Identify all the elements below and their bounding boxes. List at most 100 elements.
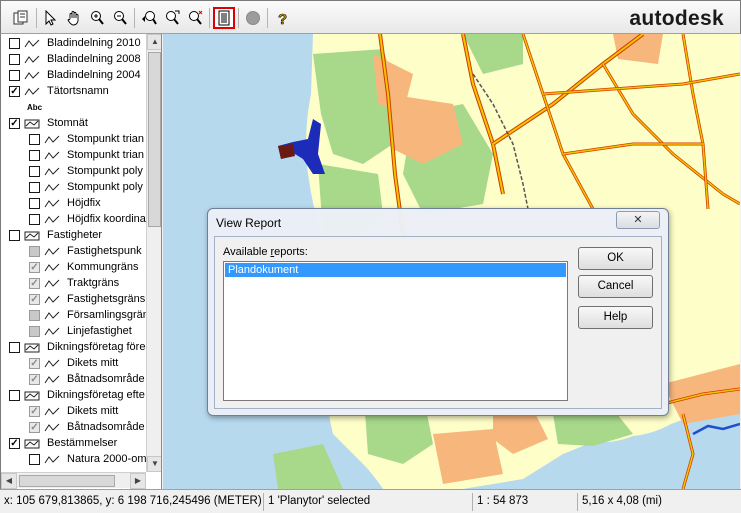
scroll-thumb-horizontal[interactable] (19, 475, 115, 487)
layer-item[interactable]: ✓ Bestämmelser (1, 436, 146, 452)
layer-item[interactable]: Fastigheter (1, 228, 146, 244)
zoom-clear-icon[interactable] (184, 7, 206, 29)
layer-label: Dikets mitt (67, 357, 119, 369)
vertical-scrollbar[interactable]: ▲ ▼ (146, 34, 161, 472)
layer-item[interactable]: Stompunkt trian (1, 148, 146, 164)
help-button[interactable]: Help (578, 306, 653, 329)
layer-item[interactable]: Linjefastighet (1, 324, 146, 340)
layer-item[interactable]: Fastighetspunk (1, 244, 146, 260)
layer-checkbox[interactable]: ✓ (29, 358, 40, 369)
layer-checkbox[interactable] (9, 70, 20, 81)
pan-hand-icon[interactable] (63, 7, 85, 29)
layer-checkbox[interactable] (9, 230, 20, 241)
layer-checkbox[interactable] (29, 150, 40, 161)
layer-item[interactable]: Stompunkt trian (1, 132, 146, 148)
layer-item[interactable]: Höjdfix koordina (1, 212, 146, 228)
layer-label: Stompunkt poly (67, 165, 143, 177)
layer-line-icon (44, 407, 60, 417)
layer-item[interactable]: Natura 2000-om (1, 452, 146, 468)
layer-label: Tätortsnamn (47, 85, 109, 97)
layer-item[interactable]: ✓ Båtnadsområde (1, 420, 146, 436)
map-size-readout: 5,16 x 4,08 (mi) (577, 493, 740, 511)
layer-item[interactable]: ✓ Dikets mitt (1, 356, 146, 372)
report-item-plandokument[interactable]: Plandokument (225, 263, 566, 277)
layer-label: Församlingsgrän (67, 309, 146, 321)
cancel-button[interactable]: Cancel (578, 275, 653, 298)
layer-item[interactable]: Stompunkt poly (1, 164, 146, 180)
layer-item[interactable]: Abc (1, 100, 146, 116)
record-icon[interactable] (242, 7, 264, 29)
layer-item[interactable]: Dikningsföretag efte (1, 388, 146, 404)
layer-checkbox[interactable]: ✓ (29, 294, 40, 305)
layer-checkbox[interactable]: ✓ (29, 422, 40, 433)
toolbar: ? autodesk (0, 0, 741, 34)
layer-item[interactable]: ✓ Dikets mitt (1, 404, 146, 420)
layer-label: Båtnadsområde (67, 373, 145, 385)
zoom-in-icon[interactable] (86, 7, 108, 29)
layer-checkbox[interactable] (9, 390, 20, 401)
layer-item[interactable]: ✓ Fastighetsgräns (1, 292, 146, 308)
layer-item[interactable]: Dikningsföretag före (1, 340, 146, 356)
layer-checkbox[interactable] (29, 214, 40, 225)
layer-item[interactable]: ✓ Traktgräns (1, 276, 146, 292)
layer-label: Fastighetspunk (67, 245, 142, 257)
layer-label: Bladindelning 2004 (47, 69, 141, 81)
layer-item[interactable]: Stompunkt poly (1, 180, 146, 196)
close-icon[interactable]: ✕ (616, 211, 660, 229)
layer-item[interactable]: Bladindelning 2004 (1, 68, 146, 84)
layer-checkbox[interactable]: ✓ (9, 438, 20, 449)
layer-label: Båtnadsområde (67, 421, 145, 433)
layer-checkbox[interactable]: ✓ (29, 374, 40, 385)
zoom-out-icon[interactable] (109, 7, 131, 29)
layer-checkbox[interactable] (29, 182, 40, 193)
layer-item[interactable]: ✓ Tätortsnamn (1, 84, 146, 100)
layer-label: Bladindelning 2010 (47, 37, 141, 49)
layer-checkbox[interactable] (29, 454, 40, 465)
layer-checkbox[interactable]: ✓ (29, 278, 40, 289)
layer-checkbox[interactable] (9, 54, 20, 65)
scroll-down-icon[interactable]: ▼ (147, 456, 161, 472)
layer-checkbox[interactable]: ✓ (9, 118, 20, 129)
layer-checkbox[interactable] (29, 166, 40, 177)
layer-item[interactable]: ✓ Båtnadsområde (1, 372, 146, 388)
layer-checkbox[interactable] (9, 342, 20, 353)
select-arrow-icon[interactable] (40, 7, 62, 29)
layer-checkbox[interactable] (29, 198, 40, 209)
layer-line-icon (24, 71, 40, 81)
layer-line-icon (24, 39, 40, 49)
scroll-left-icon[interactable]: ◀ (1, 473, 17, 489)
selection-status: 1 'Planytor' selected (263, 493, 471, 511)
report-list[interactable]: Plandokument (223, 261, 568, 401)
layer-item[interactable]: Höjdfix (1, 196, 146, 212)
zoom-selected-icon[interactable] (161, 7, 183, 29)
layer-group-icon (24, 391, 40, 401)
layer-item[interactable]: ✓ Kommungräns (1, 260, 146, 276)
layer-item[interactable]: ✓ Stomnät (1, 116, 146, 132)
layer-checkbox[interactable]: ✓ (29, 406, 40, 417)
ok-button[interactable]: OK (578, 247, 653, 270)
layer-checkbox[interactable]: ✓ (9, 86, 20, 97)
layer-checkbox[interactable]: ✓ (29, 262, 40, 273)
layer-checkbox[interactable] (29, 134, 40, 145)
scroll-thumb[interactable] (148, 52, 161, 227)
layer-item[interactable]: Bladindelning 2010 (1, 36, 146, 52)
layer-item[interactable]: Församlingsgrän (1, 308, 146, 324)
layer-group-icon (24, 439, 40, 449)
layer-checkbox[interactable] (29, 246, 40, 257)
dialog-title: View Report (216, 216, 282, 230)
layer-label: Stomnät (47, 117, 88, 129)
zoom-previous-icon[interactable] (138, 7, 160, 29)
layer-checkbox[interactable] (9, 38, 20, 49)
layer-checkbox[interactable] (29, 310, 40, 321)
layer-label: Traktgräns (67, 277, 120, 289)
layer-checkbox[interactable] (29, 326, 40, 337)
horizontal-scrollbar[interactable]: ◀ ▶ (1, 472, 146, 489)
help-icon[interactable]: ? (271, 7, 293, 29)
svg-text:?: ? (278, 11, 287, 26)
layer-item[interactable]: Bladindelning 2008 (1, 52, 146, 68)
scroll-up-icon[interactable]: ▲ (147, 34, 161, 50)
view-report-icon[interactable] (213, 7, 235, 29)
layer-line-icon (44, 311, 60, 321)
copy-icon[interactable] (10, 7, 32, 29)
scroll-right-icon[interactable]: ▶ (130, 473, 146, 489)
